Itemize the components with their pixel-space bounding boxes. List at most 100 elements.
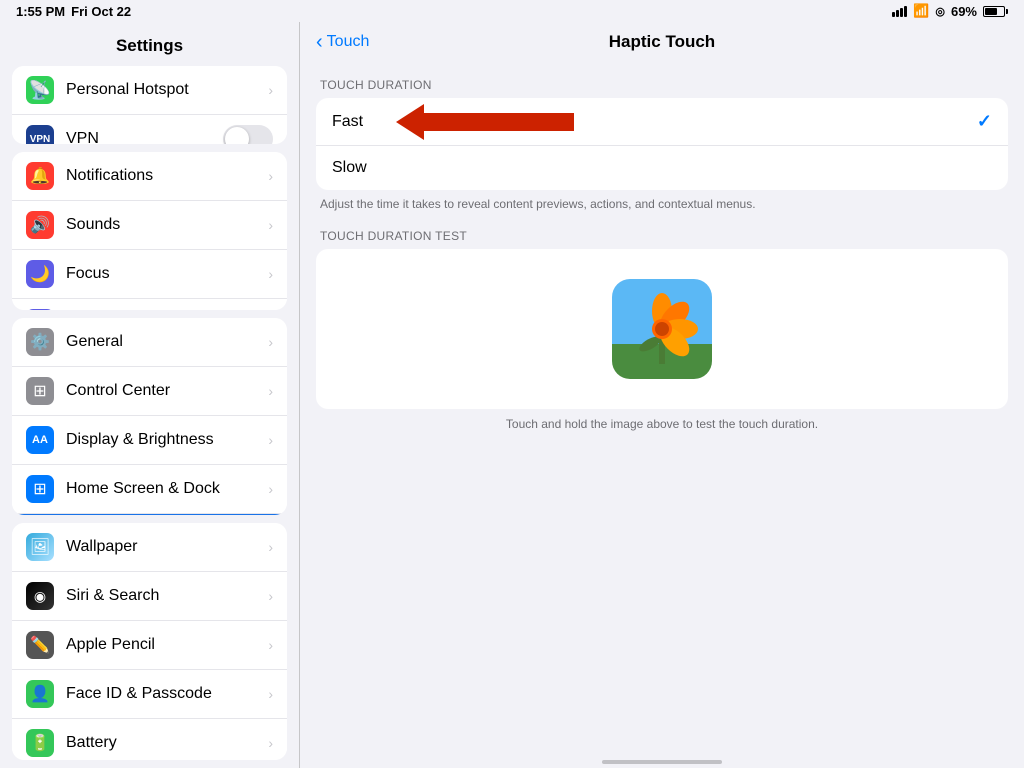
touch-duration-description: Adjust the time it takes to reveal conte… [320,196,1004,213]
arrow-annotation [396,104,574,140]
touch-duration-test-label: TOUCH DURATION TEST [320,229,1004,243]
sidebar-item-notifications[interactable]: 🔔 Notifications › [12,152,287,201]
general-label: General [66,333,252,351]
siri-label: Siri & Search [66,587,252,605]
sidebar-section-3: ⚙️ General › ⊞ Control Center › AA Displ… [12,318,287,515]
touch-duration-card: Fast ✓ Slow [316,98,1008,190]
arrow-head-icon [396,104,424,140]
right-panel: ‹ Touch Haptic Touch TOUCH DURATION Fast… [300,22,1024,768]
home-indicator [602,760,722,764]
chevron-icon: › [268,539,273,555]
vpn-icon: VPN [26,125,54,144]
content-area: TOUCH DURATION Fast ✓ Slow Adjust the ti… [300,62,1024,752]
sidebar-item-general[interactable]: ⚙️ General › [12,318,287,367]
face-id-icon: 👤 [26,680,54,708]
option-fast-label: Fast [332,113,363,131]
sidebar-item-accessibility[interactable]: ♿ Accessibility › [12,514,287,515]
display-icon: AA [26,426,54,454]
sidebar-item-vpn[interactable]: VPN VPN [12,115,287,144]
sidebar-item-wallpaper[interactable]: 🖼 Wallpaper › [12,523,287,572]
sidebar-item-siri-search[interactable]: ◉ Siri & Search › [12,572,287,621]
chevron-icon: › [268,588,273,604]
chevron-icon: › [268,686,273,702]
chevron-icon: › [268,82,273,98]
option-slow-label: Slow [332,159,367,177]
bottom-bar [300,752,1024,768]
page-title: Haptic Touch [609,32,715,52]
vpn-toggle[interactable] [223,125,273,144]
time: 1:55 PM [16,4,65,19]
sidebar-section-4: 🖼 Wallpaper › ◉ Siri & Search › ✏️ Apple… [12,523,287,760]
test-description: Touch and hold the image above to test t… [320,417,1004,431]
sidebar-item-personal-hotspot[interactable]: 📡 Personal Hotspot › [12,66,287,115]
chevron-icon: › [268,637,273,653]
nav-bar: ‹ Touch Haptic Touch [300,22,1024,62]
home-screen-icon: ⊞ [26,475,54,503]
chevron-icon: › [268,432,273,448]
back-chevron-icon: ‹ [316,31,323,54]
apple-pencil-label: Apple Pencil [66,636,252,654]
status-icons: 📶 ◎ 69% [892,3,1008,19]
sidebar-item-home-screen[interactable]: ⊞ Home Screen & Dock › [12,465,287,514]
chevron-icon: › [268,334,273,350]
wallpaper-icon: 🖼 [26,533,54,561]
sidebar-section-1: 📡 Personal Hotspot › VPN VPN [12,66,287,144]
chevron-icon: › [268,481,273,497]
control-center-icon: ⊞ [26,377,54,405]
sidebar-item-display[interactable]: AA Display & Brightness › [12,416,287,465]
arrow-shaft [424,113,574,131]
sidebar-item-apple-pencil[interactable]: ✏️ Apple Pencil › [12,621,287,670]
sidebar-item-focus[interactable]: 🌙 Focus › [12,250,287,299]
control-center-label: Control Center [66,382,252,400]
notifications-label: Notifications [66,167,252,185]
wifi-icon: 📶 [913,3,929,19]
checkmark-icon: ✓ [977,111,992,132]
siri-icon: ◉ [26,582,54,610]
battery-icon [983,6,1008,17]
chevron-icon: › [268,217,273,233]
home-screen-label: Home Screen & Dock [66,480,252,498]
sidebar-item-control-center[interactable]: ⊞ Control Center › [12,367,287,416]
apple-pencil-icon: ✏️ [26,631,54,659]
general-icon: ⚙️ [26,328,54,356]
touch-duration-section-label: TOUCH DURATION [320,78,1004,92]
sidebar-item-face-id[interactable]: 👤 Face ID & Passcode › [12,670,287,719]
signal-icon [892,6,907,17]
focus-icon: 🌙 [26,260,54,288]
battery-percent: 69% [951,4,977,19]
flower-image [612,279,712,379]
battery-label: Battery [66,734,252,752]
back-label: Touch [327,33,370,51]
option-fast-row[interactable]: Fast ✓ [316,98,1008,146]
notifications-icon: 🔔 [26,162,54,190]
wallpaper-label: Wallpaper [66,538,252,556]
location-icon: ◎ [935,5,945,18]
chevron-icon: › [268,168,273,184]
screen-time-icon: ⏱ [26,309,54,310]
sidebar: Settings 📡 Personal Hotspot › VPN VPN [0,22,300,768]
sounds-icon: 🔊 [26,211,54,239]
face-id-label: Face ID & Passcode [66,685,252,703]
status-bar: 1:55 PM Fri Oct 22 📶 ◎ 69% [0,0,1024,22]
back-button[interactable]: ‹ Touch [316,31,369,54]
sidebar-item-battery[interactable]: 🔋 Battery › [12,719,287,760]
sounds-label: Sounds [66,216,252,234]
main-layout: Settings 📡 Personal Hotspot › VPN VPN [0,22,1024,768]
sidebar-section-2: 🔔 Notifications › 🔊 Sounds › 🌙 Focus › [12,152,287,310]
sidebar-title: Settings [0,22,299,66]
option-slow-row[interactable]: Slow [316,146,1008,190]
sidebar-item-sounds[interactable]: 🔊 Sounds › [12,201,287,250]
flower-svg [612,279,712,379]
sidebar-item-screen-time[interactable]: ⏱ Screen Time › [12,299,287,310]
date: Fri Oct 22 [71,4,131,19]
personal-hotspot-icon: 📡 [26,76,54,104]
personal-hotspot-label: Personal Hotspot [66,81,252,99]
battery-settings-icon: 🔋 [26,729,54,757]
touch-duration-test-card[interactable] [316,249,1008,409]
vpn-label: VPN [66,130,211,144]
focus-label: Focus [66,265,252,283]
display-label: Display & Brightness [66,431,252,449]
chevron-icon: › [268,383,273,399]
status-time-area: 1:55 PM Fri Oct 22 [16,4,131,19]
chevron-icon: › [268,266,273,282]
